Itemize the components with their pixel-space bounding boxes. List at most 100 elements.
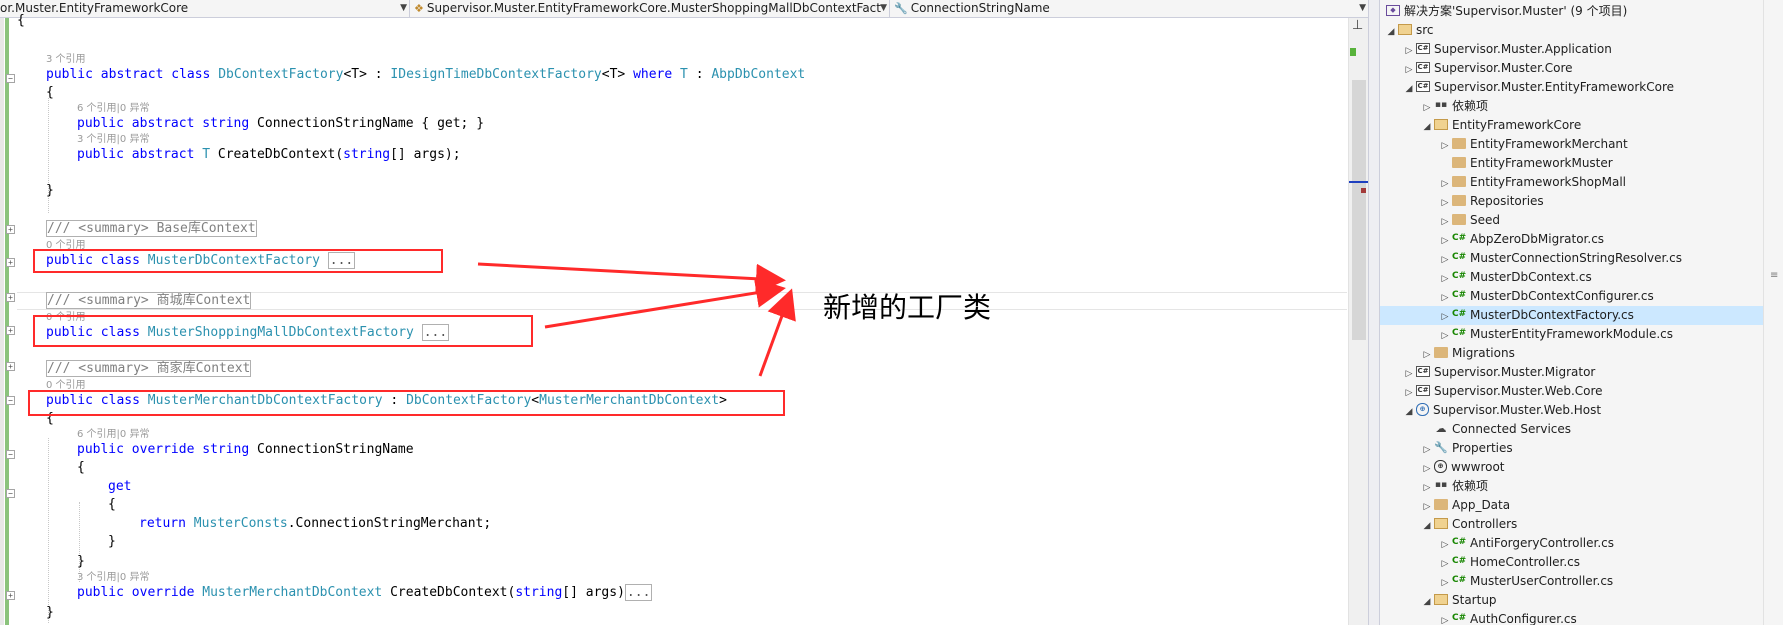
split-window-icon[interactable]: ⊥ — [1352, 18, 1363, 33]
expanded-icon[interactable]: ◢ — [1402, 80, 1416, 99]
csharp-project-icon: C# — [1416, 81, 1430, 92]
tree-node[interactable]: ▷ App_Data — [1420, 496, 1511, 515]
folder-icon — [1398, 24, 1412, 35]
csharp-file-icon: C# — [1452, 613, 1467, 623]
type-dropdown-label: Supervisor.Muster.EntityFrameworkCore.Mu… — [426, 1, 881, 15]
pane-splitter[interactable] — [1368, 0, 1380, 625]
expanded-icon[interactable]: ◢ — [1420, 517, 1434, 536]
chevron-down-icon[interactable]: ▼ — [880, 0, 887, 16]
csharp-file-icon: C# — [1452, 233, 1467, 243]
references-icon: ▪▪ — [1434, 480, 1448, 490]
tree-node[interactable]: ◢ src — [1384, 21, 1434, 40]
tree-node[interactable]: ▷ ▪▪ 依赖项 — [1420, 477, 1488, 496]
wrench-icon: 🔧 — [894, 2, 908, 15]
error-marker — [1361, 188, 1366, 193]
annotation-callout: 新增的工厂类 — [823, 291, 992, 324]
tree-node[interactable]: ◢ C# Supervisor.Muster.EntityFrameworkCore — [1402, 78, 1674, 97]
tree-node[interactable]: ▷ C# Supervisor.Muster.Application — [1402, 40, 1612, 59]
tree-node[interactable]: ▷ C# HomeController.cs — [1438, 553, 1581, 572]
solution-explorer-scrollbar[interactable]: ≡ — [1763, 0, 1783, 625]
tree-node[interactable]: ◢ Controllers — [1420, 515, 1518, 536]
csharp-project-icon: C# — [1416, 43, 1430, 54]
expanded-icon[interactable]: ◢ — [1420, 118, 1434, 137]
tree-node[interactable]: ☁ Connected Services — [1420, 420, 1572, 439]
tree-node[interactable]: ▷ C# MusterDbContext.cs — [1438, 268, 1592, 287]
csharp-project-icon: C# — [1416, 62, 1430, 73]
change-marker — [1350, 48, 1356, 56]
tree-node[interactable]: ▷ C# MusterUserController.cs — [1438, 572, 1614, 591]
member-dropdown[interactable]: 🔧 ConnectionStringName ▼ — [890, 0, 1368, 17]
scrollbar-thumb[interactable] — [1352, 80, 1366, 340]
solution-root[interactable]: ◆ 解决方案'Supervisor.Muster' (9 个项目) — [1386, 2, 1627, 21]
expanded-icon[interactable]: ◢ — [1420, 593, 1434, 612]
code-editor[interactable]: − + + + + + − − − + { 3 个引用 public abstr… — [0, 13, 1369, 625]
folder-icon — [1452, 157, 1466, 168]
solution-icon: ◆ — [1386, 5, 1400, 16]
folder-icon — [1434, 119, 1448, 130]
annotation-arrows — [477, 262, 796, 377]
type-dropdown[interactable]: ❖ Supervisor.Muster.EntityFrameworkCore.M… — [410, 0, 890, 17]
csharp-file-icon: C# — [1452, 271, 1467, 281]
csharp-file-icon: C# — [1452, 252, 1467, 262]
arrow-line — [758, 288, 796, 377]
arrow-line — [544, 278, 786, 329]
csharp-file-icon: C# — [1452, 290, 1467, 300]
folder-icon — [1434, 518, 1448, 529]
tree-node[interactable]: ▷ ▪▪ 依赖项 — [1420, 97, 1488, 116]
tree-node[interactable]: ▷ C# Supervisor.Muster.Core — [1402, 59, 1573, 78]
tree-node[interactable]: ▷ C# Supervisor.Muster.Web.Core — [1402, 382, 1603, 401]
tree-node[interactable]: EntityFrameworkMuster — [1438, 154, 1613, 173]
folder-icon — [1434, 499, 1448, 510]
folder-icon — [1434, 347, 1448, 358]
tree-node[interactable]: ▷ 🔧 Properties — [1420, 439, 1513, 458]
folder-icon — [1434, 594, 1448, 605]
editor-vertical-scrollbar[interactable]: ⊥ — [1348, 18, 1369, 625]
class-icon: ❖ — [414, 2, 424, 15]
chevron-down-icon[interactable]: ▼ — [400, 0, 407, 16]
connected-services-icon: ☁ — [1435, 422, 1447, 435]
tree-node[interactable]: ▷ C# MusterEntityFrameworkModule.cs — [1438, 325, 1673, 344]
csharp-file-icon: C# — [1452, 328, 1467, 338]
scroll-grip-icon[interactable]: ≡ — [1770, 270, 1778, 281]
csharp-file-icon: C# — [1452, 556, 1467, 566]
folder-icon — [1452, 176, 1466, 187]
tree-node[interactable]: ▷ EntityFrameworkMerchant — [1438, 135, 1628, 154]
solution-explorer[interactable]: ◆ 解决方案'Supervisor.Muster' (9 个项目) ◢ src ▷ C… — [1380, 0, 1763, 625]
csharp-file-icon: C# — [1452, 537, 1467, 547]
tree-node[interactable]: ▷ C# MusterDbContextConfigurer.cs — [1438, 287, 1654, 306]
folder-icon — [1452, 138, 1466, 149]
tree-node[interactable]: ▷ ⊕ wwwroot — [1420, 458, 1505, 477]
web-project-icon: ⊕ — [1416, 403, 1429, 416]
csharp-project-icon: C# — [1416, 366, 1430, 377]
folder-icon — [1452, 195, 1466, 206]
folder-icon — [1452, 214, 1466, 225]
tree-node[interactable]: ◢ ⊕ Supervisor.Muster.Web.Host — [1402, 401, 1601, 420]
collapsed-icon[interactable]: ▷ — [1438, 612, 1452, 625]
member-dropdown-label: ConnectionStringName — [910, 1, 1050, 15]
globe-icon: ⊕ — [1434, 460, 1447, 473]
tree-node[interactable]: ▷ EntityFrameworkShopMall — [1438, 173, 1627, 192]
csharp-project-icon: C# — [1416, 385, 1430, 396]
arrow-line — [477, 262, 786, 294]
chevron-down-icon[interactable]: ▼ — [1359, 0, 1366, 16]
tree-node[interactable]: ▷ C# AbpZeroDbMigrator.cs — [1438, 230, 1605, 249]
project-dropdown[interactable]: or.Muster.EntityFrameworkCore ▼ — [0, 0, 410, 17]
tree-node[interactable]: ▷ C# AuthConfigurer.cs — [1438, 610, 1577, 625]
caret-position-marker — [1349, 181, 1369, 183]
tree-node[interactable]: ◢ EntityFrameworkCore — [1420, 116, 1582, 137]
tree-node[interactable]: ▷ C# Supervisor.Muster.Migrator — [1402, 363, 1596, 382]
tree-node-selected[interactable]: ▷ C# MusterDbContextFactory.cs — [1380, 306, 1763, 325]
expanded-icon[interactable]: ◢ — [1384, 23, 1398, 42]
expanded-icon[interactable]: ◢ — [1402, 403, 1416, 422]
csharp-file-icon: C# — [1452, 575, 1467, 585]
project-dropdown-label: or.Muster.EntityFrameworkCore — [0, 1, 189, 15]
tree-node[interactable]: ◢ Startup — [1420, 591, 1497, 610]
wrench-icon: 🔧 — [1434, 441, 1448, 454]
csharp-file-icon: C# — [1452, 309, 1467, 319]
tree-node[interactable]: ▷ Repositories — [1438, 192, 1544, 211]
references-icon: ▪▪ — [1434, 100, 1448, 110]
tree-node[interactable]: ▷ C# MusterConnectionStringResolver.cs — [1438, 249, 1683, 268]
tree-node[interactable]: ▷ Migrations — [1420, 344, 1515, 363]
tree-node[interactable]: ▷ C# AntiForgeryController.cs — [1438, 534, 1615, 553]
tree-node[interactable]: ▷ Seed — [1438, 211, 1500, 230]
